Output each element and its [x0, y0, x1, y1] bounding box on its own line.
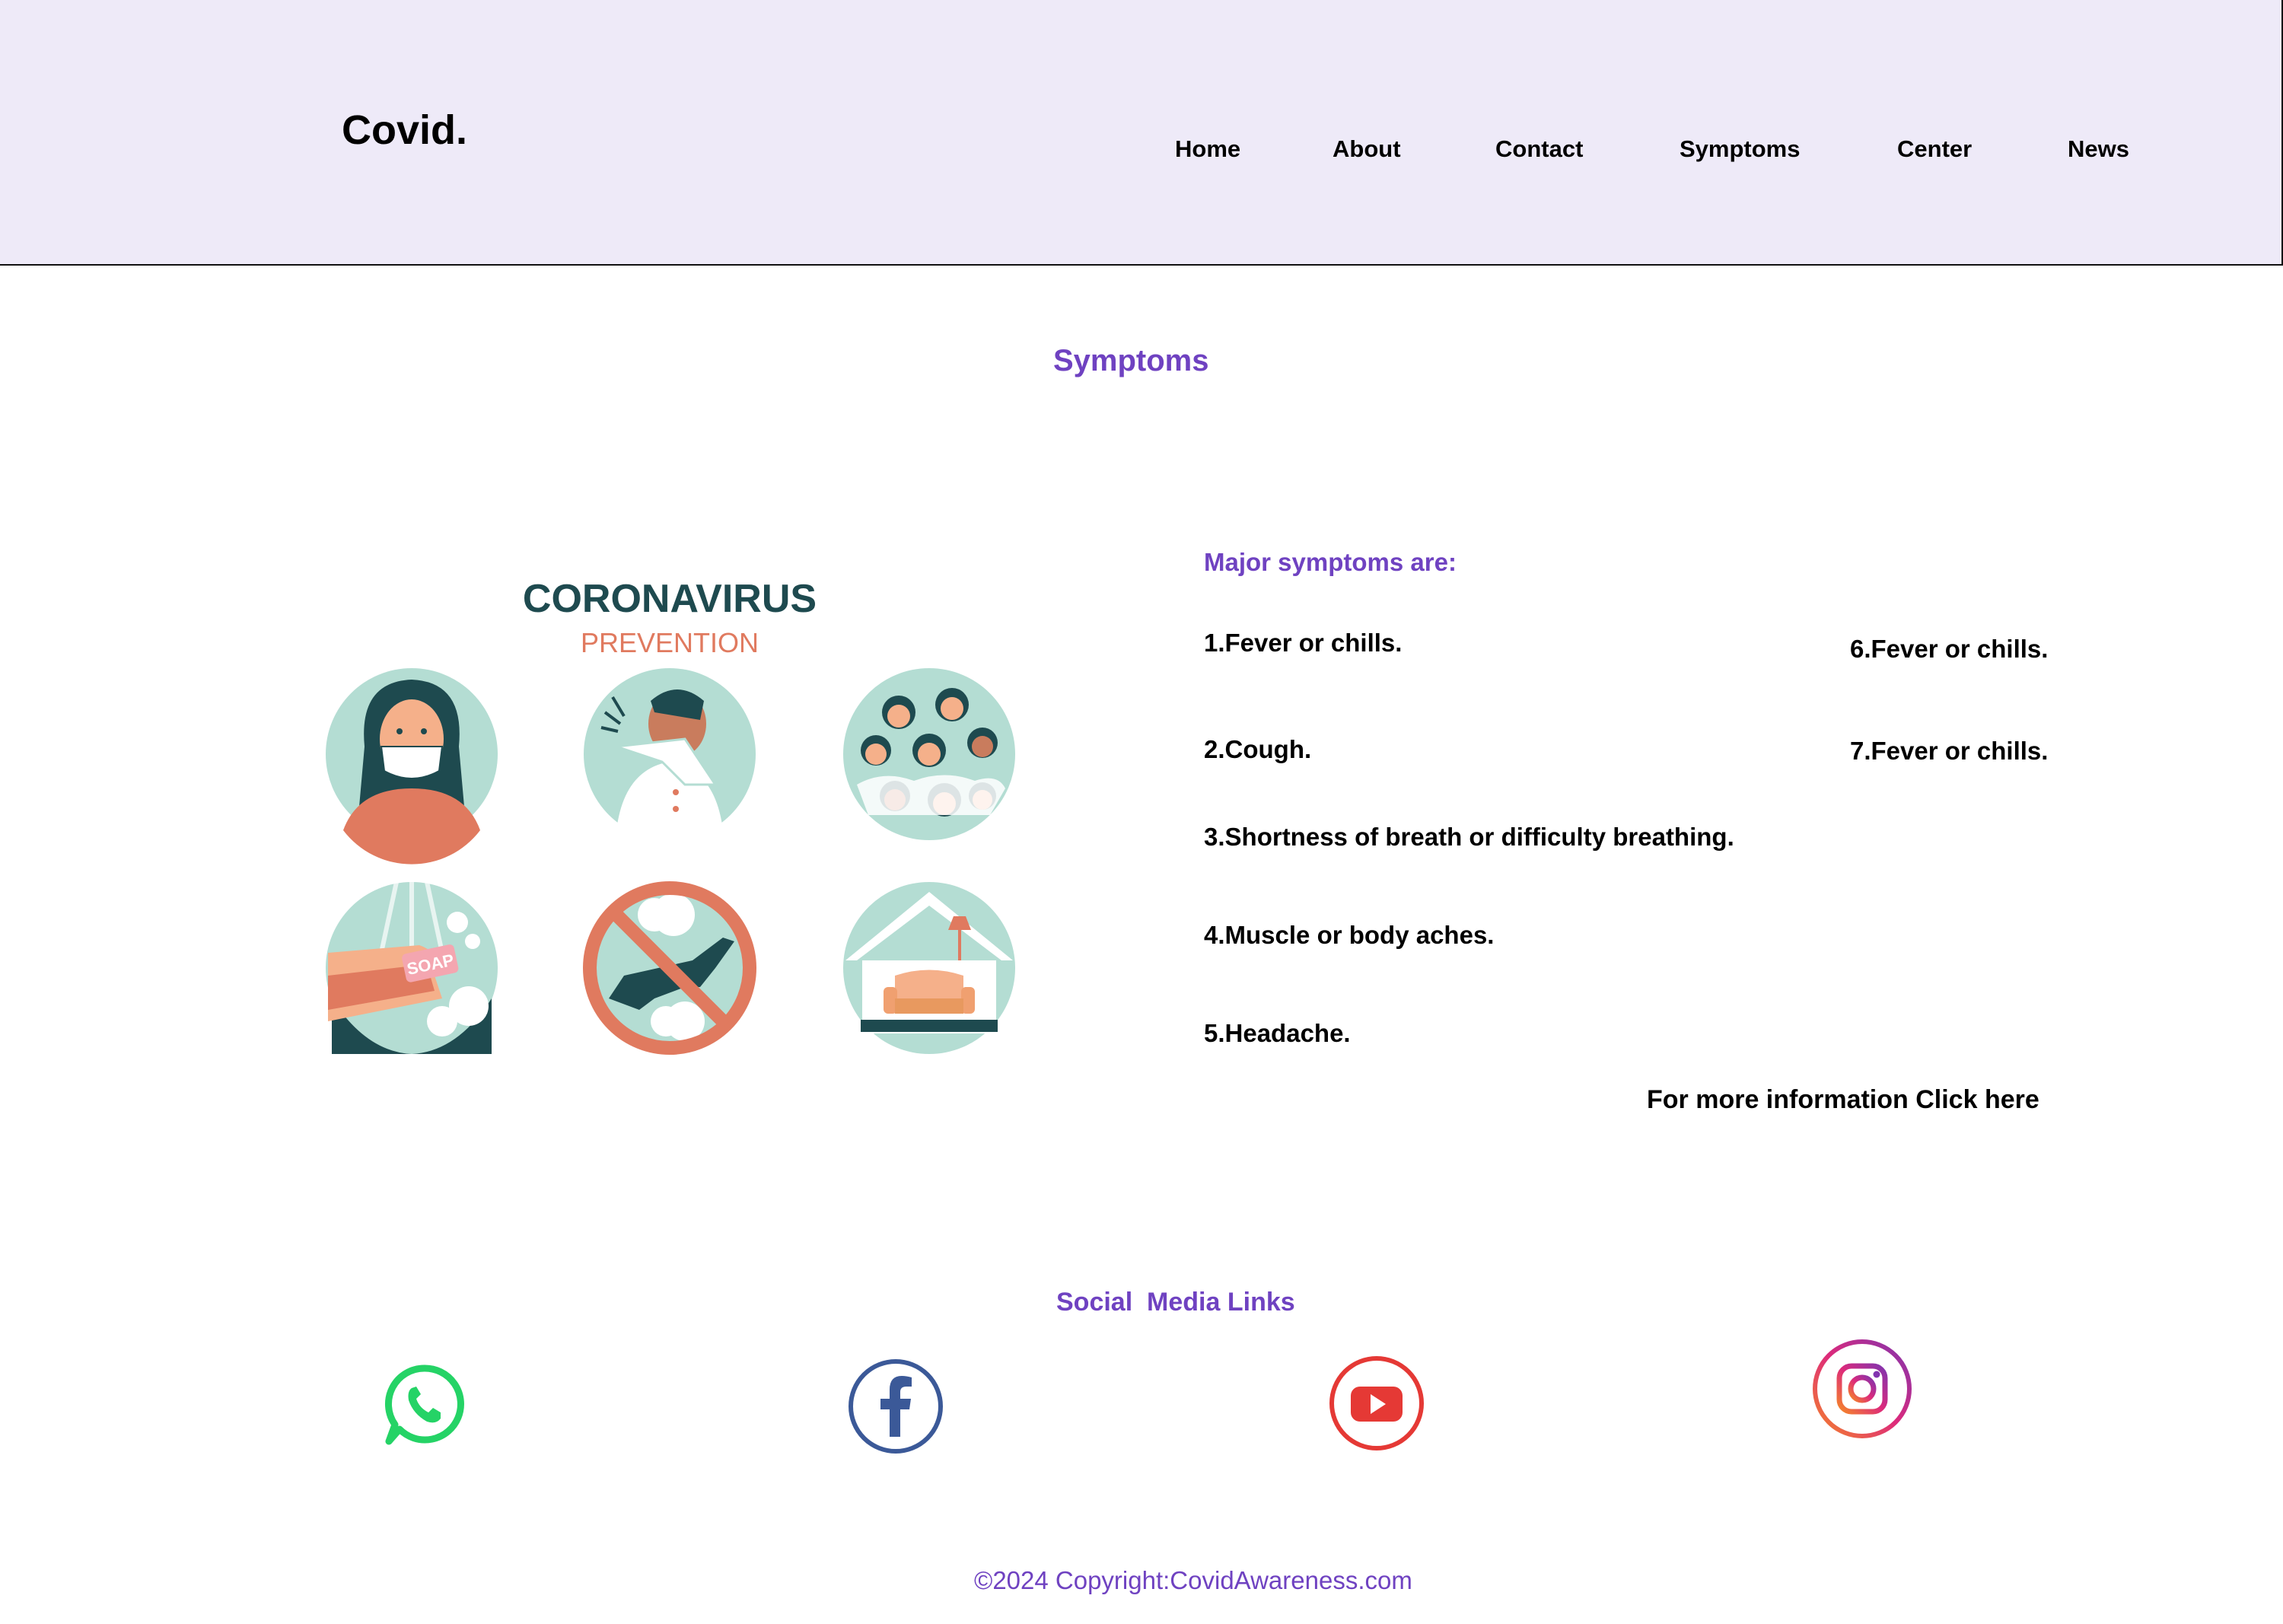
site-header: Covid. Home About Contact Symptoms Cente…: [0, 0, 2283, 266]
youtube-icon[interactable]: [1328, 1355, 1425, 1452]
face-mask-icon: [326, 668, 498, 865]
symptom-item-6: 6.Fever or chills.: [1850, 635, 2049, 663]
symptom-item-1: 1.Fever or chills.: [1204, 629, 1403, 657]
page-title: Symptoms: [1053, 344, 1209, 377]
social-media-heading: Social Media Links: [1056, 1288, 1295, 1317]
avoid-crowds-icon: [843, 668, 1015, 840]
illustration-heading: CORONAVIRUS: [523, 577, 817, 621]
stay-home-icon: [843, 882, 1015, 1054]
symptoms-heading: Major symptoms are:: [1204, 548, 1457, 576]
coronavirus-prevention-image: CORONAVIRUS PREVENTION SOAP: [326, 577, 1015, 1055]
nav-news[interactable]: News: [2068, 135, 2129, 163]
symptom-item-5: 5.Headache.: [1204, 1019, 1351, 1047]
cough-into-elbow-icon: [584, 668, 756, 849]
symptom-item-3: 3.Shortness of breath or difficulty brea…: [1204, 823, 1734, 851]
whatsapp-icon[interactable]: [383, 1362, 466, 1446]
site-logo[interactable]: Covid.: [342, 107, 467, 154]
wash-hands-icon: SOAP: [326, 881, 498, 1054]
more-info-link[interactable]: For more information Click here: [1647, 1085, 2039, 1115]
facebook-icon[interactable]: [847, 1358, 944, 1455]
nav-home[interactable]: Home: [1175, 135, 1240, 163]
instagram-icon[interactable]: [1811, 1338, 1913, 1440]
symptom-item-2: 2.Cough.: [1204, 735, 1312, 763]
footer-copyright: ©2024 Copyright:CovidAwareness.com: [974, 1566, 1412, 1594]
illustration-subheading: PREVENTION: [581, 627, 759, 658]
nav-about[interactable]: About: [1333, 135, 1401, 163]
nav-contact[interactable]: Contact: [1495, 135, 1583, 163]
nav-center[interactable]: Center: [1897, 135, 1972, 163]
nav-symptoms[interactable]: Symptoms: [1680, 135, 1800, 163]
no-travel-icon: [583, 881, 756, 1055]
symptom-item-7: 7.Fever or chills.: [1850, 737, 2049, 765]
symptom-item-4: 4.Muscle or body aches.: [1204, 921, 1495, 949]
